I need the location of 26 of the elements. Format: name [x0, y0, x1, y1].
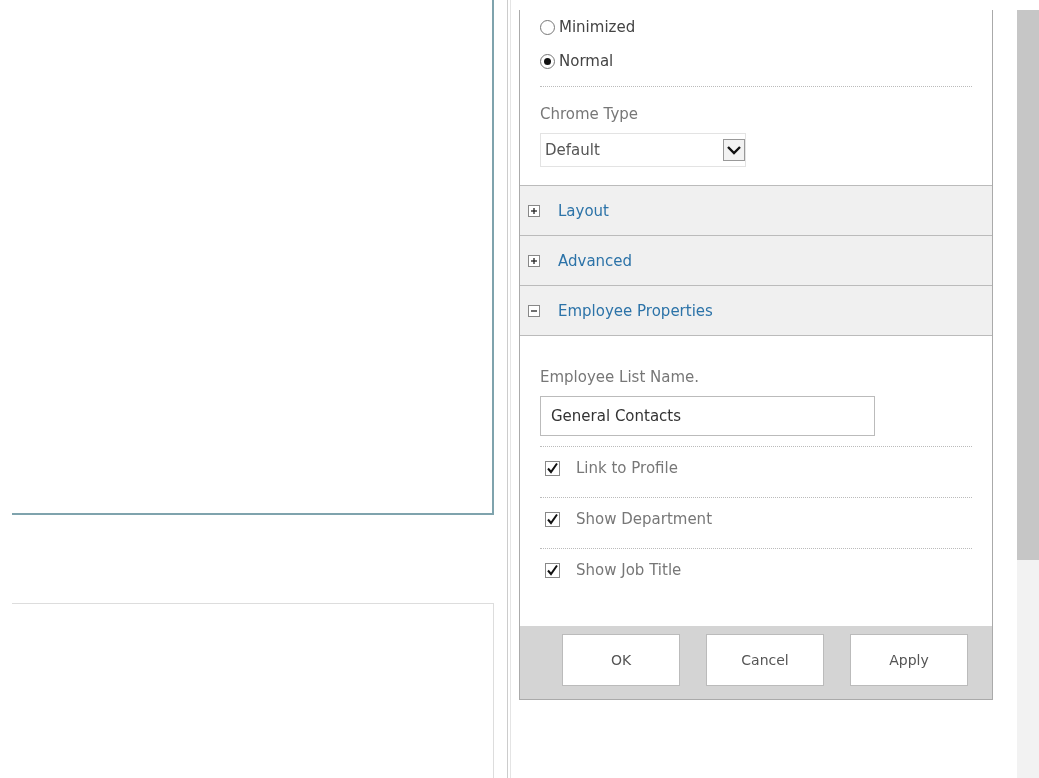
chrome-type-dropdown[interactable]: Default	[540, 133, 746, 167]
radio-label: Normal	[559, 52, 614, 70]
field-label: Chrome Type	[540, 105, 640, 123]
checkbox-label: Link to Profile	[576, 459, 678, 477]
radio-label: Minimized	[559, 18, 636, 36]
field-label: Employee List Name.	[540, 368, 701, 386]
employee-list-name-field[interactable]: General Contacts	[540, 396, 875, 436]
dialog-button[interactable]: Cancel	[706, 634, 824, 686]
checkbox[interactable]	[545, 460, 560, 476]
scrollbar[interactable]	[1017, 10, 1039, 778]
expand-icon[interactable]	[528, 254, 540, 267]
caret-icon	[723, 139, 745, 161]
collapse-icon[interactable]	[528, 304, 540, 317]
dialog-button[interactable]: Apply	[850, 634, 968, 686]
section-header[interactable]: Advanced	[520, 235, 992, 285]
checkbox[interactable]	[545, 511, 560, 527]
checkbox-label: Show Department	[576, 510, 712, 528]
scrollbar-thumb[interactable]	[1017, 10, 1039, 560]
expand-icon[interactable]	[528, 204, 540, 217]
dialog-button[interactable]: OK	[562, 634, 680, 686]
checkbox-label: Show Job Title	[576, 561, 682, 579]
checkbox[interactable]	[545, 562, 560, 578]
radio-button[interactable]	[540, 53, 555, 69]
radio-button[interactable]	[540, 19, 555, 35]
section-header[interactable]: Layout	[520, 185, 992, 235]
section-header[interactable]: Employee Properties	[520, 285, 992, 335]
